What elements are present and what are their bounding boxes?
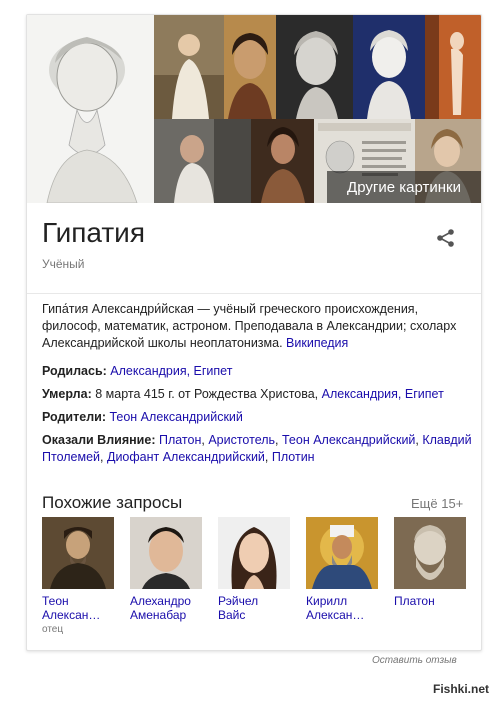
related-item[interactable]: Платон — [394, 517, 466, 610]
description-text: Гипа́тия Александри́йская — учёный грече… — [42, 302, 457, 350]
fact-died: Умерла: 8 марта 415 г. от Рождества Хрис… — [42, 386, 472, 403]
fact-parents-label: Родители: — [42, 410, 106, 424]
entity-subtitle: Учёный — [42, 257, 85, 271]
influence-link[interactable]: Аристотель — [208, 433, 275, 447]
watermark: Fishki.net — [433, 682, 490, 696]
entity-header: Гипатия Учёный — [42, 215, 462, 271]
share-icon[interactable] — [435, 227, 457, 249]
related-searches-title: Похожие запросы — [42, 493, 183, 512]
gallery-image[interactable] — [154, 15, 224, 119]
influence-link[interactable]: Плотин — [272, 450, 315, 464]
related-item-name: Рэйчел Вайс — [218, 594, 259, 622]
related-item-image — [306, 517, 378, 589]
related-item-image — [394, 517, 466, 589]
fact-born-label: Родилась: — [42, 364, 107, 378]
fact-born-value[interactable]: Александрия, Египет — [110, 364, 232, 378]
fact-born: Родилась: Александрия, Египет — [42, 363, 472, 380]
related-item-image — [130, 517, 202, 589]
related-item-name: Платон — [394, 594, 435, 608]
fact-died-place[interactable]: Александрия, Египет — [322, 387, 444, 401]
fact-died-label: Умерла: — [42, 387, 92, 401]
more-images-label: Другие картинки — [347, 178, 461, 196]
related-item[interactable]: Рэйчел Вайс — [218, 517, 290, 624]
fact-parents-value[interactable]: Теон Александрийский — [109, 410, 242, 424]
related-item-name: Кирилл Алексан… — [306, 594, 365, 622]
more-images-button[interactable]: Другие картинки — [327, 171, 481, 203]
knowledge-panel: Другие картинки Гипатия Учёный Гипа́тия … — [26, 14, 482, 651]
fact-influenced-label: Оказали Влияние: — [42, 433, 156, 447]
related-item[interactable]: Теон Алексан… отец — [42, 517, 114, 635]
fact-parents: Родители: Теон Александрийский — [42, 409, 472, 426]
entity-description: Гипа́тия Александри́йская — учёный грече… — [42, 301, 467, 352]
facts-section: Родилась: Александрия, Египет Умерла: 8 … — [42, 363, 472, 472]
gallery-image[interactable] — [224, 15, 276, 119]
image-gallery: Другие картинки — [27, 15, 481, 203]
gallery-image[interactable] — [276, 15, 353, 119]
related-item[interactable]: Алехандро Аменабар — [130, 517, 202, 624]
related-item-name: Алехандро Аменабар — [130, 594, 191, 622]
related-more-link[interactable]: Ещё 15+ — [411, 496, 463, 511]
related-item-name: Теон Алексан… — [42, 594, 101, 622]
related-item-image — [42, 517, 114, 589]
entity-title: Гипатия — [42, 217, 145, 248]
related-item-image — [218, 517, 290, 589]
gallery-image[interactable] — [425, 15, 481, 119]
wikipedia-link[interactable]: Википедия — [286, 336, 348, 350]
divider — [27, 293, 481, 294]
feedback-link[interactable]: Оставить отзыв — [372, 655, 457, 666]
related-item-relation: отец — [42, 624, 64, 635]
influence-link[interactable]: Платон — [159, 433, 201, 447]
gallery-image[interactable] — [154, 119, 251, 203]
influence-link[interactable]: Теон Александрийский — [282, 433, 415, 447]
fact-influenced: Оказали Влияние: Платон, Аристотель, Тео… — [42, 433, 472, 464]
fact-died-date: 8 марта 415 г. от Рождества Христова, — [95, 387, 319, 401]
related-item[interactable]: Кирилл Алексан… — [306, 517, 378, 624]
main-portrait-image[interactable] — [27, 15, 154, 203]
gallery-image[interactable] — [251, 119, 314, 203]
influence-link[interactable]: Диофант Александрийский — [107, 450, 265, 464]
gallery-image[interactable] — [353, 15, 425, 119]
